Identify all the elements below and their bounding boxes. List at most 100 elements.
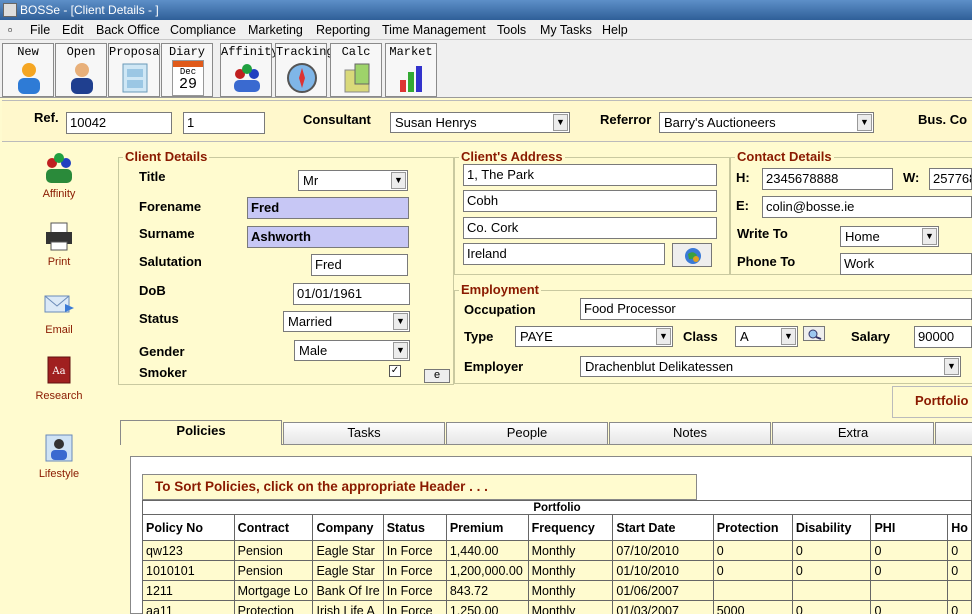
table-row[interactable]: 1010101 Pension Eagle Star In Force 1,20… xyxy=(142,560,972,581)
surname-field[interactable]: Ashworth xyxy=(247,226,409,248)
col-header-status[interactable]: Status xyxy=(382,514,447,541)
globe-button[interactable] xyxy=(672,243,712,267)
menu-edit[interactable]: Edit xyxy=(60,20,86,40)
e-button[interactable]: e xyxy=(424,369,450,383)
work-phone-field[interactable]: 257768 xyxy=(929,168,972,190)
tracking-button[interactable]: Tracking xyxy=(275,43,334,97)
tab-people[interactable]: People xyxy=(446,422,608,444)
col-header-company[interactable]: Company xyxy=(312,514,384,541)
table-cell: 0 xyxy=(712,540,793,561)
table-row[interactable]: qw123 Pension Eagle Star In Force 1,440.… xyxy=(142,540,972,561)
home-phone-label: H: xyxy=(736,170,750,185)
market-button[interactable]: Market xyxy=(385,43,437,97)
salutation-field[interactable]: Fred xyxy=(311,254,408,276)
ref-input[interactable]: 10042 xyxy=(66,112,172,134)
chevron-down-icon: ▼ xyxy=(553,114,568,131)
consultant-select[interactable]: Susan Henrys ▼ xyxy=(390,112,570,133)
col-header-policy-no[interactable]: Policy No xyxy=(142,514,235,541)
menu-reporting[interactable]: Reporting xyxy=(314,20,372,40)
table-row[interactable]: aa11 Protection Irish Life A In Force 1,… xyxy=(142,600,972,614)
class-label: Class xyxy=(683,329,718,344)
menu-help[interactable]: Help xyxy=(600,20,630,40)
table-cell: 1211 xyxy=(142,580,235,601)
menu-file[interactable]: File xyxy=(28,20,52,40)
table-cell: 1,200,000.00 xyxy=(445,560,529,581)
write-to-select[interactable]: Home ▼ xyxy=(840,226,939,247)
type-label: Type xyxy=(464,329,494,344)
new-button[interactable]: New xyxy=(2,43,54,97)
occupation-field[interactable]: Food Processor xyxy=(580,298,972,320)
table-cell: In Force xyxy=(382,600,447,614)
table-cell: Protection xyxy=(233,600,314,614)
table-cell xyxy=(712,580,793,601)
table-header-row: Policy No Contract Company Status Premiu… xyxy=(142,514,972,541)
calc-button[interactable]: Calc xyxy=(330,43,382,97)
col-header-premium[interactable]: Premium xyxy=(445,514,529,541)
open-button[interactable]: Open xyxy=(55,43,107,97)
lifestyle-person-icon xyxy=(45,434,73,462)
table-cell xyxy=(870,580,949,601)
sidebar-item-email[interactable]: Email xyxy=(2,288,116,336)
employer-label: Employer xyxy=(464,359,524,374)
col-header-ho[interactable]: Ho xyxy=(947,514,972,541)
tab-extra[interactable]: Extra xyxy=(772,422,934,444)
table-cell: Bank Of Ire xyxy=(312,580,384,601)
salary-field[interactable]: 90000 xyxy=(914,326,972,348)
smoker-checkbox[interactable]: ✓ xyxy=(389,365,401,377)
dob-field[interactable]: 01/01/1961 xyxy=(293,283,410,305)
table-cell: 0 xyxy=(870,600,949,614)
sidebar-item-lifestyle[interactable]: Lifestyle xyxy=(2,432,116,480)
policies-table: Portfolio Policy No Contract Company Sta… xyxy=(142,500,972,614)
menu-back-office[interactable]: Back Office xyxy=(94,20,162,40)
tab-policies[interactable]: Policies xyxy=(120,420,282,445)
class-lookup-button[interactable] xyxy=(803,326,825,341)
system-menu-icon[interactable]: ▫ xyxy=(6,20,14,40)
referror-select[interactable]: Barry's Auctioneers ▼ xyxy=(659,112,874,133)
ref-sub-input[interactable]: 1 xyxy=(183,112,265,134)
table-cell: 1,250.00 xyxy=(445,600,529,614)
address-line-3[interactable]: Co. Cork xyxy=(463,217,717,239)
contact-details-title: Contact Details xyxy=(735,149,834,165)
col-header-frequency[interactable]: Frequency xyxy=(527,514,614,541)
employer-select[interactable]: Drachenblut Delikatessen ▼ xyxy=(580,356,961,377)
open-user-icon xyxy=(71,63,93,94)
sidebar-item-research[interactable]: Aa Research xyxy=(2,354,116,402)
address-line-2[interactable]: Cobh xyxy=(463,190,717,212)
class-select[interactable]: A ▼ xyxy=(735,326,798,347)
status-select[interactable]: Married ▼ xyxy=(283,311,410,332)
address-line-4[interactable]: Ireland xyxy=(463,243,665,265)
sidebar-item-affinity[interactable]: Affinity xyxy=(2,152,116,200)
address-line-1[interactable]: 1, The Park xyxy=(463,164,717,186)
col-header-start-date[interactable]: Start Date xyxy=(612,514,714,541)
home-phone-field[interactable]: 2345678888 xyxy=(762,168,893,190)
tab-notes[interactable]: Notes xyxy=(609,422,771,444)
table-row[interactable]: 1211 Mortgage Lo Bank Of Ire In Force 84… xyxy=(142,580,972,601)
menu-compliance[interactable]: Compliance xyxy=(168,20,238,40)
affinity-button[interactable]: Affinity xyxy=(220,43,279,97)
col-header-phi[interactable]: PHI xyxy=(870,514,949,541)
gender-select[interactable]: Male ▼ xyxy=(294,340,410,361)
table-cell: 01/03/2007 xyxy=(612,600,714,614)
table-cell: Monthly xyxy=(527,540,614,561)
tab-more[interactable] xyxy=(935,422,972,444)
tab-tasks[interactable]: Tasks xyxy=(283,422,445,444)
work-phone-label: W: xyxy=(903,170,920,185)
title-select[interactable]: Mr ▼ xyxy=(298,170,408,191)
menu-my-tasks[interactable]: My Tasks xyxy=(538,20,594,40)
sidebar-item-print[interactable]: Print xyxy=(2,220,116,268)
phone-to-field[interactable]: Work xyxy=(840,253,972,275)
col-header-protection[interactable]: Protection xyxy=(712,514,793,541)
proposal-button[interactable]: Proposal xyxy=(108,43,167,97)
diary-button[interactable]: Diary Dec 29 xyxy=(161,43,213,97)
email-field[interactable]: colin@bosse.ie xyxy=(762,196,972,218)
referror-label: Referror xyxy=(600,112,652,127)
menu-marketing[interactable]: Marketing xyxy=(246,20,305,40)
type-select[interactable]: PAYE ▼ xyxy=(515,326,673,347)
app-icon xyxy=(3,3,17,17)
col-header-disability[interactable]: Disability xyxy=(791,514,872,541)
consultant-label: Consultant xyxy=(303,112,371,127)
forename-field[interactable]: Fred xyxy=(247,197,409,219)
menu-time-management[interactable]: Time Management xyxy=(380,20,488,40)
col-header-contract[interactable]: Contract xyxy=(233,514,314,541)
menu-tools[interactable]: Tools xyxy=(495,20,528,40)
